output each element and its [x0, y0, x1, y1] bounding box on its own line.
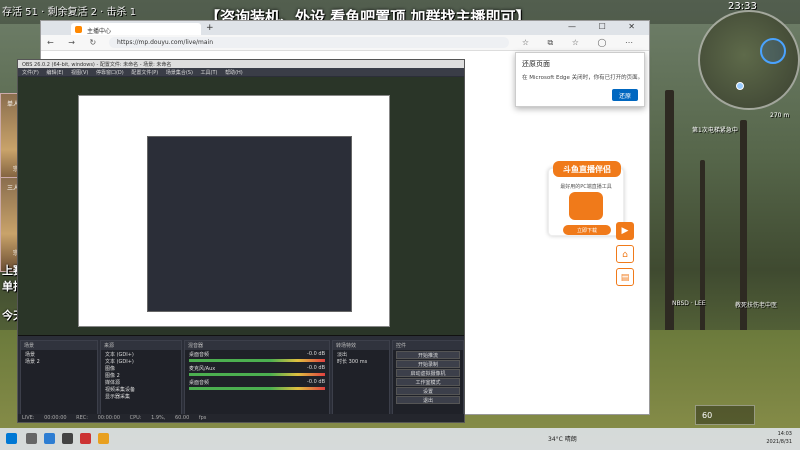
system-clock[interactable]: 14:03 2021/8/31 [766, 430, 792, 446]
app-icon[interactable] [80, 433, 91, 444]
scenes-dock: 场景 场景 场景 2 [20, 340, 98, 420]
menu-edit[interactable]: 编辑(E) [46, 70, 63, 76]
obs-icon[interactable] [62, 433, 73, 444]
volume-meter[interactable] [189, 373, 325, 376]
browser-tab-bar: 主播中心 + — ☐ ✕ [41, 21, 649, 35]
windows-start-icon[interactable] [6, 433, 17, 444]
obs-docks: 场景 场景 场景 2 来源 文本 (GDI+) 文本 (GDI+) 图像 图像 … [18, 335, 464, 422]
map-distance-label: 270 m [770, 112, 790, 119]
dock-header: 控件 [393, 341, 463, 350]
scene-item[interactable]: 场景 2 [21, 357, 97, 365]
browser-tab[interactable]: 主播中心 [71, 23, 201, 35]
mixer-channel-label: 桌面音频 -0.0 dB [189, 379, 325, 386]
mixer-channel-label: 麦克风/Aux -0.0 dB [189, 365, 325, 372]
transitions-dock: 转场特效 淡出 时长 300 ms [332, 340, 390, 420]
folder-icon[interactable] [98, 433, 109, 444]
url-input[interactable]: https://mp.douyu.com/live/main [109, 37, 509, 48]
companion-subtitle: 最好用的PC端直播工具 [560, 184, 612, 190]
tab-title: 主播中心 [87, 28, 112, 35]
duration-row[interactable]: 时长 300 ms [333, 357, 389, 365]
menu-docks[interactable]: 停靠窗口(D) [96, 70, 124, 76]
mixer-channel-label: 桌面音频 -0.0 dB [189, 351, 325, 358]
volume-meter[interactable] [189, 359, 325, 362]
volume-meter[interactable] [189, 387, 325, 390]
dock-header: 来源 [101, 341, 181, 350]
player-marker [736, 82, 744, 90]
source-item[interactable]: 图像 2 [101, 371, 181, 379]
source-item[interactable]: 图像 [101, 364, 181, 372]
menu-profile[interactable]: 配置文件(P) [131, 70, 158, 76]
source-item[interactable]: 显示器采集 [101, 392, 181, 400]
douyu-favicon-icon [75, 26, 82, 33]
popup-title: 还原页面 [522, 60, 550, 68]
preview-nested-browser [78, 95, 390, 327]
obs-status-bar: LIVE: 00:00:00 REC: 00:00:00 CPU: 1.9%, … [18, 414, 464, 422]
health-value: 60 [702, 411, 713, 420]
studio-mode-button[interactable]: 工作室模式 [396, 378, 460, 386]
controls-dock: 控件 开始推流 开始录制 启动虚拟摄像机 工作室模式 设置 退出 [392, 340, 464, 420]
obs-preview[interactable] [18, 77, 464, 335]
search-icon[interactable] [26, 433, 37, 444]
transition-select[interactable]: 淡出 [333, 350, 389, 358]
source-item[interactable]: 媒体源 [101, 378, 181, 386]
popup-description: 在 Microsoft Edge 关闭时，你有已打开的页面。 [522, 75, 644, 81]
scene-item[interactable]: 场景 [21, 350, 97, 358]
obs-window[interactable]: OBS 26.0.2 (64-bit, windows) - 配置文件: 未命名… [17, 59, 465, 423]
chart-icon[interactable]: ▤ [616, 268, 634, 286]
start-streaming-button[interactable]: 开始推流 [396, 351, 460, 359]
address-bar-row: ← → ↻ ⌂ https://mp.douyu.com/live/main ☆… [41, 35, 649, 51]
settings-button[interactable]: 设置 [396, 387, 460, 395]
play-icon[interactable]: ▶ [616, 222, 634, 240]
source-item[interactable]: 文本 (GDI+) [101, 350, 181, 358]
preview-nested-obs [147, 136, 352, 312]
edge-icon[interactable] [44, 433, 55, 444]
obs-menu-bar: 文件(F) 编辑(E) 视图(V) 停靠窗口(D) 配置文件(P) 场景集合(S… [18, 68, 464, 76]
weather-widget[interactable]: 34°C 晴朗 [548, 434, 577, 443]
health-panel: 60 [695, 405, 755, 425]
map-location-label: 第1次电梯紧急中 [692, 127, 738, 134]
obs-title-bar: OBS 26.0.2 (64-bit, windows) - 配置文件: 未命名… [18, 60, 464, 68]
restore-button[interactable]: 还原 [612, 89, 638, 101]
douyu-logo-icon [569, 192, 603, 220]
tray-time: 14:03 [777, 431, 792, 437]
restore-pages-popup: 还原页面 在 Microsoft Edge 关闭时，你有已打开的页面。 还原 [515, 52, 645, 107]
douyu-companion-card: 斗鱼直播伴侣 最好用的PC端直播工具 立即下载 [548, 161, 624, 236]
window-controls[interactable]: — ☐ ✕ [568, 22, 645, 31]
download-button[interactable]: 立即下载 [563, 225, 611, 235]
companion-title: 斗鱼直播伴侣 [553, 161, 621, 177]
menu-scene-collection[interactable]: 场景集合(S) [166, 70, 193, 76]
source-item[interactable]: 视频采集设备 [101, 385, 181, 393]
minimap [698, 10, 800, 110]
dock-header: 场景 [21, 341, 97, 350]
menu-file[interactable]: 文件(F) [22, 70, 39, 76]
menu-help[interactable]: 帮助(H) [225, 70, 243, 76]
menu-tools[interactable]: 工具(T) [201, 70, 218, 76]
browser-toolbar-icons[interactable]: ☆ ⧉ ☆ ◯ ⋯ [522, 38, 641, 48]
dock-header: 混音器 [185, 341, 329, 350]
start-recording-button[interactable]: 开始录制 [396, 360, 460, 368]
taskbar: 34°C 晴朗 14:03 2021/8/31 [0, 428, 800, 450]
source-item[interactable]: 文本 (GDI+) [101, 357, 181, 365]
rec-time: REC: 00:00:00 [76, 415, 121, 421]
new-tab-button[interactable]: + [206, 23, 214, 33]
survivor-count: 存活 51 · 剩余复活 2 · 击杀 1 [2, 7, 137, 18]
home-icon[interactable]: ⌂ [616, 245, 634, 263]
menu-view[interactable]: 视图(V) [71, 70, 88, 76]
virtual-camera-button[interactable]: 启动虚拟摄像机 [396, 369, 460, 377]
safe-zone-marker [760, 38, 786, 64]
exit-button[interactable]: 退出 [396, 396, 460, 404]
teammate-label: NBSD · LEE [672, 300, 706, 307]
sources-dock: 来源 文本 (GDI+) 文本 (GDI+) 图像 图像 2 媒体源 视频采集设… [100, 340, 182, 420]
live-time: LIVE: 00:00:00 [22, 415, 67, 421]
tray-date: 2021/8/31 [766, 439, 792, 445]
teammate-label: 教死扶伤老中医 [735, 302, 778, 309]
dock-header: 转场特效 [333, 341, 389, 350]
cpu-fps: CPU: 1.9%, 60.00 fps [129, 415, 207, 421]
mixer-dock: 混音器 桌面音频 -0.0 dB 麦克风/Aux -0.0 dB 桌面音频 -0… [184, 340, 330, 420]
